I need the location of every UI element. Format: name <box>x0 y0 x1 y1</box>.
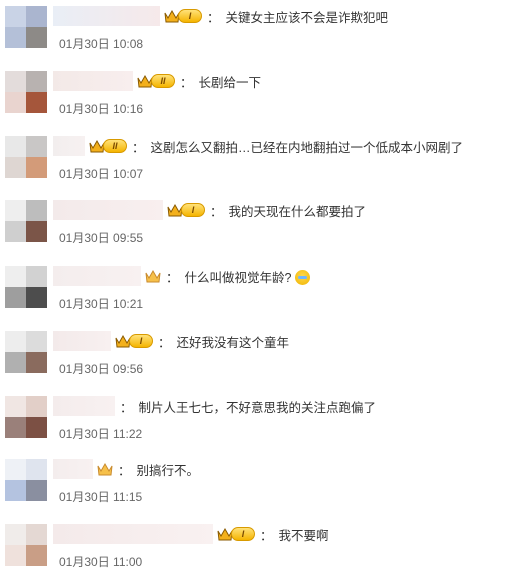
member-badge[interactable]: I <box>217 526 255 542</box>
colon: ： <box>118 463 131 478</box>
avatar[interactable] <box>5 200 47 242</box>
comment-text: 长剧给一下 <box>198 75 262 90</box>
avatar[interactable] <box>5 459 47 501</box>
avatar[interactable] <box>5 331 47 373</box>
avatar[interactable] <box>5 524 47 566</box>
comment-time: 01月30日 11:22 <box>59 427 143 441</box>
comment-line: I ： 关键女主应该不会是诈欺犯吧 <box>53 6 388 26</box>
member-badge[interactable]: I <box>167 202 205 218</box>
comment-line: I ： 我的天现在什么都要拍了 <box>53 200 366 220</box>
level-badge: I <box>231 527 255 541</box>
comment-text: 什么叫做视觉年龄? <box>184 270 292 285</box>
comment-text: 这剧怎么又翻拍…已经在内地翻拍过一个低成本小网剧了 <box>150 140 464 155</box>
level-badge: I <box>129 334 153 348</box>
level-badge: I <box>178 9 202 23</box>
comment-line: ： 什么叫做视觉年龄? <box>53 266 311 286</box>
comment-time: 01月30日 11:15 <box>59 490 143 504</box>
comment-time: 01月30日 09:56 <box>59 362 144 376</box>
username[interactable] <box>53 200 163 220</box>
comment-line: I ： 还好我没有这个童年 <box>53 331 289 351</box>
comment-time: 01月30日 10:07 <box>59 167 144 181</box>
colon: ： <box>180 75 193 90</box>
level-badge: II <box>151 74 175 88</box>
comment-time: 01月30日 10:08 <box>59 37 144 51</box>
colon: ： <box>166 270 179 285</box>
avatar[interactable] <box>5 266 47 308</box>
crown-icon <box>145 269 161 283</box>
comment-item: ： 制片人王七七，不好意思我的关注点跑偏了 01月30日 11:22 <box>0 392 507 454</box>
avatar[interactable] <box>5 6 47 48</box>
comment-line: ： 别搞行不。 <box>53 459 199 479</box>
comment-text: 制片人王七七，不好意思我的关注点跑偏了 <box>138 400 377 415</box>
comment-line: II ： 长剧给一下 <box>53 71 261 91</box>
username[interactable] <box>53 6 160 26</box>
avatar[interactable] <box>5 71 47 113</box>
colon: ： <box>132 140 145 155</box>
level-badge: I <box>181 203 205 217</box>
username[interactable] <box>53 396 115 416</box>
comment-line: II ： 这剧怎么又翻拍…已经在内地翻拍过一个低成本小网剧了 <box>53 136 463 156</box>
comment-time: 01月30日 11:00 <box>59 555 143 569</box>
comment-item: I ： 还好我没有这个童年 01月30日 09:56 <box>0 327 507 389</box>
username[interactable] <box>53 266 141 286</box>
colon: ： <box>120 400 133 415</box>
comment-line: I ： 我不要啊 <box>53 524 329 544</box>
username[interactable] <box>53 459 93 479</box>
comment-item: ： 什么叫做视觉年龄? 01月30日 10:21 <box>0 262 507 324</box>
username[interactable] <box>53 524 213 544</box>
comment-time: 01月30日 09:55 <box>59 231 144 245</box>
comment-item: I ： 关键女主应该不会是诈欺犯吧 01月30日 10:08 <box>0 2 507 64</box>
comment-line: ： 制片人王七七，不好意思我的关注点跑偏了 <box>53 396 376 416</box>
crown-icon <box>97 462 113 476</box>
avatar[interactable] <box>5 136 47 178</box>
comment-list: I ： 关键女主应该不会是诈欺犯吧 01月30日 10:08 II ： 长剧给一… <box>0 0 507 587</box>
comment-text: 我不要啊 <box>278 528 329 543</box>
comment-text: 关键女主应该不会是诈欺犯吧 <box>225 10 389 25</box>
avatar[interactable] <box>5 396 47 438</box>
comment-text: 别搞行不。 <box>136 463 200 478</box>
comment-text: 还好我没有这个童年 <box>176 335 290 350</box>
comment-time: 01月30日 10:16 <box>59 102 144 116</box>
username[interactable] <box>53 331 111 351</box>
member-badge[interactable] <box>97 461 113 477</box>
comment-item: ： 别搞行不。 01月30日 11:15 <box>0 455 507 517</box>
colon: ： <box>210 204 223 219</box>
crying-laughing-emoji-icon <box>295 269 311 285</box>
comment-text: 我的天现在什么都要拍了 <box>228 204 367 219</box>
colon: ： <box>158 335 171 350</box>
member-badge[interactable]: II <box>137 73 175 89</box>
comment-item: I ： 我的天现在什么都要拍了 01月30日 09:55 <box>0 196 507 258</box>
member-badge[interactable]: II <box>89 138 127 154</box>
username[interactable] <box>53 136 85 156</box>
colon: ： <box>260 528 273 543</box>
level-badge: II <box>103 139 127 153</box>
member-badge[interactable]: I <box>164 8 202 24</box>
comment-item: II ： 这剧怎么又翻拍…已经在内地翻拍过一个低成本小网剧了 01月30日 10… <box>0 132 507 194</box>
colon: ： <box>207 10 220 25</box>
comment-time: 01月30日 10:21 <box>59 297 144 311</box>
comment-item: II ： 长剧给一下 01月30日 10:16 <box>0 67 507 129</box>
comment-item: I ： 我不要啊 01月30日 11:00 <box>0 520 507 582</box>
member-badge[interactable]: I <box>115 333 153 349</box>
member-badge[interactable] <box>145 268 161 284</box>
username[interactable] <box>53 71 133 91</box>
